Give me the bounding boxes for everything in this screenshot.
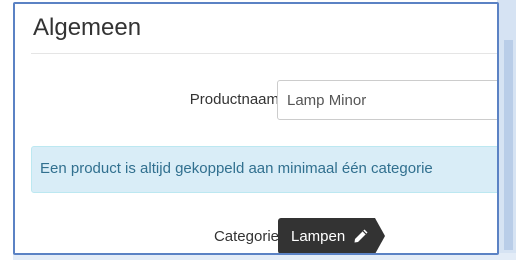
general-panel: Algemeen Productnaam Een product is alti…: [13, 2, 499, 255]
category-tag-body: Lampen: [278, 218, 376, 253]
window-edge-shadow: [504, 40, 513, 250]
category-label: Categorie: [213, 228, 279, 245]
title-divider: [31, 53, 497, 54]
info-alert: Een product is altijd gekoppeld aan mini…: [31, 146, 497, 193]
product-name-input[interactable]: [277, 80, 497, 120]
category-tag[interactable]: Lampen: [278, 218, 386, 253]
product-name-label: Productnaam: [189, 91, 279, 108]
window-edge: [497, 0, 516, 260]
panel-title: Algemeen: [33, 14, 142, 41]
pencil-icon[interactable]: [353, 228, 369, 244]
category-tag-arrow: [375, 218, 386, 253]
category-tag-label: Lampen: [291, 227, 346, 245]
